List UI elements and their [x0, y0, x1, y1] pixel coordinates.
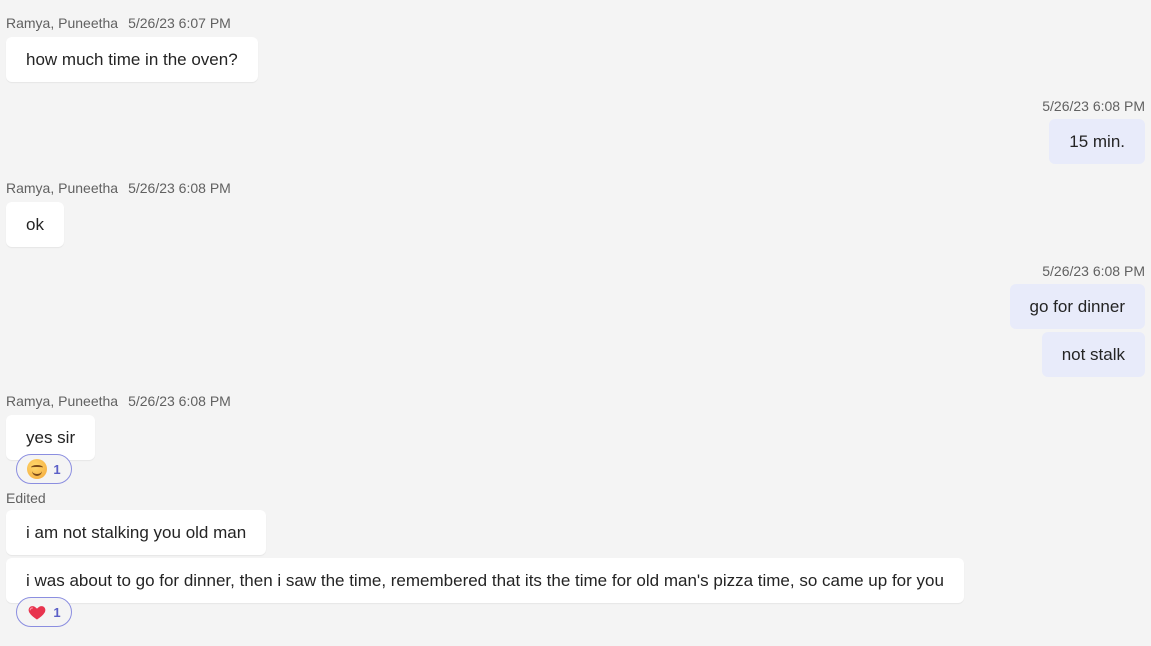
- outgoing-message[interactable]: go for dinner: [1009, 284, 1145, 329]
- message-timestamp: 5/26/23 6:08 PM: [1042, 263, 1145, 279]
- incoming-message[interactable]: ok: [6, 202, 64, 247]
- message-text: not stalk: [1061, 345, 1125, 364]
- message-header: Ramya, Puneetha 5/26/23 6:08 PM: [6, 180, 231, 196]
- message-header: 5/26/23 6:08 PM: [1042, 263, 1145, 279]
- message-timestamp: 5/26/23 6:08 PM: [1042, 98, 1145, 114]
- incoming-message[interactable]: how much time in the oven?: [6, 37, 258, 82]
- message-text: how much time in the oven?: [26, 50, 238, 69]
- edited-label: Edited: [6, 490, 46, 506]
- reaction-count: 1: [53, 461, 61, 477]
- chat-thread: Ramya, Puneetha 5/26/23 6:07 PM how much …: [0, 0, 1151, 646]
- reaction-count: 1: [53, 604, 61, 620]
- sender-name: Ramya, Puneetha: [6, 15, 119, 31]
- smiling-face-icon: [27, 459, 48, 479]
- message-text: i was about to go for dinner, then i saw…: [26, 571, 944, 590]
- outgoing-message[interactable]: not stalk: [1041, 332, 1145, 377]
- message-header: 5/26/23 6:08 PM: [1042, 98, 1145, 114]
- message-timestamp: 5/26/23 6:08 PM: [128, 393, 231, 409]
- heart-icon: [28, 606, 46, 620]
- reaction-pill[interactable]: 1: [16, 454, 72, 484]
- message-header: Ramya, Puneetha 5/26/23 6:08 PM: [6, 393, 231, 409]
- message-timestamp: 5/26/23 6:08 PM: [128, 180, 231, 196]
- message-header: Ramya, Puneetha 5/26/23 6:07 PM: [6, 15, 231, 31]
- reaction-pill[interactable]: 1: [16, 597, 72, 627]
- message-timestamp: 5/26/23 6:07 PM: [128, 15, 231, 31]
- message-text: ok: [26, 215, 44, 234]
- message-text: go for dinner: [1029, 297, 1125, 316]
- sender-name: Ramya, Puneetha: [6, 180, 119, 196]
- message-text: yes sir: [26, 428, 76, 447]
- outgoing-message[interactable]: 15 min.: [1049, 119, 1145, 164]
- sender-name: Ramya, Puneetha: [6, 393, 119, 409]
- incoming-message[interactable]: i was about to go for dinner, then i saw…: [6, 558, 964, 603]
- incoming-message[interactable]: i am not stalking you old man: [6, 510, 267, 555]
- message-text: i am not stalking you old man: [26, 523, 247, 542]
- message-text: 15 min.: [1069, 132, 1125, 151]
